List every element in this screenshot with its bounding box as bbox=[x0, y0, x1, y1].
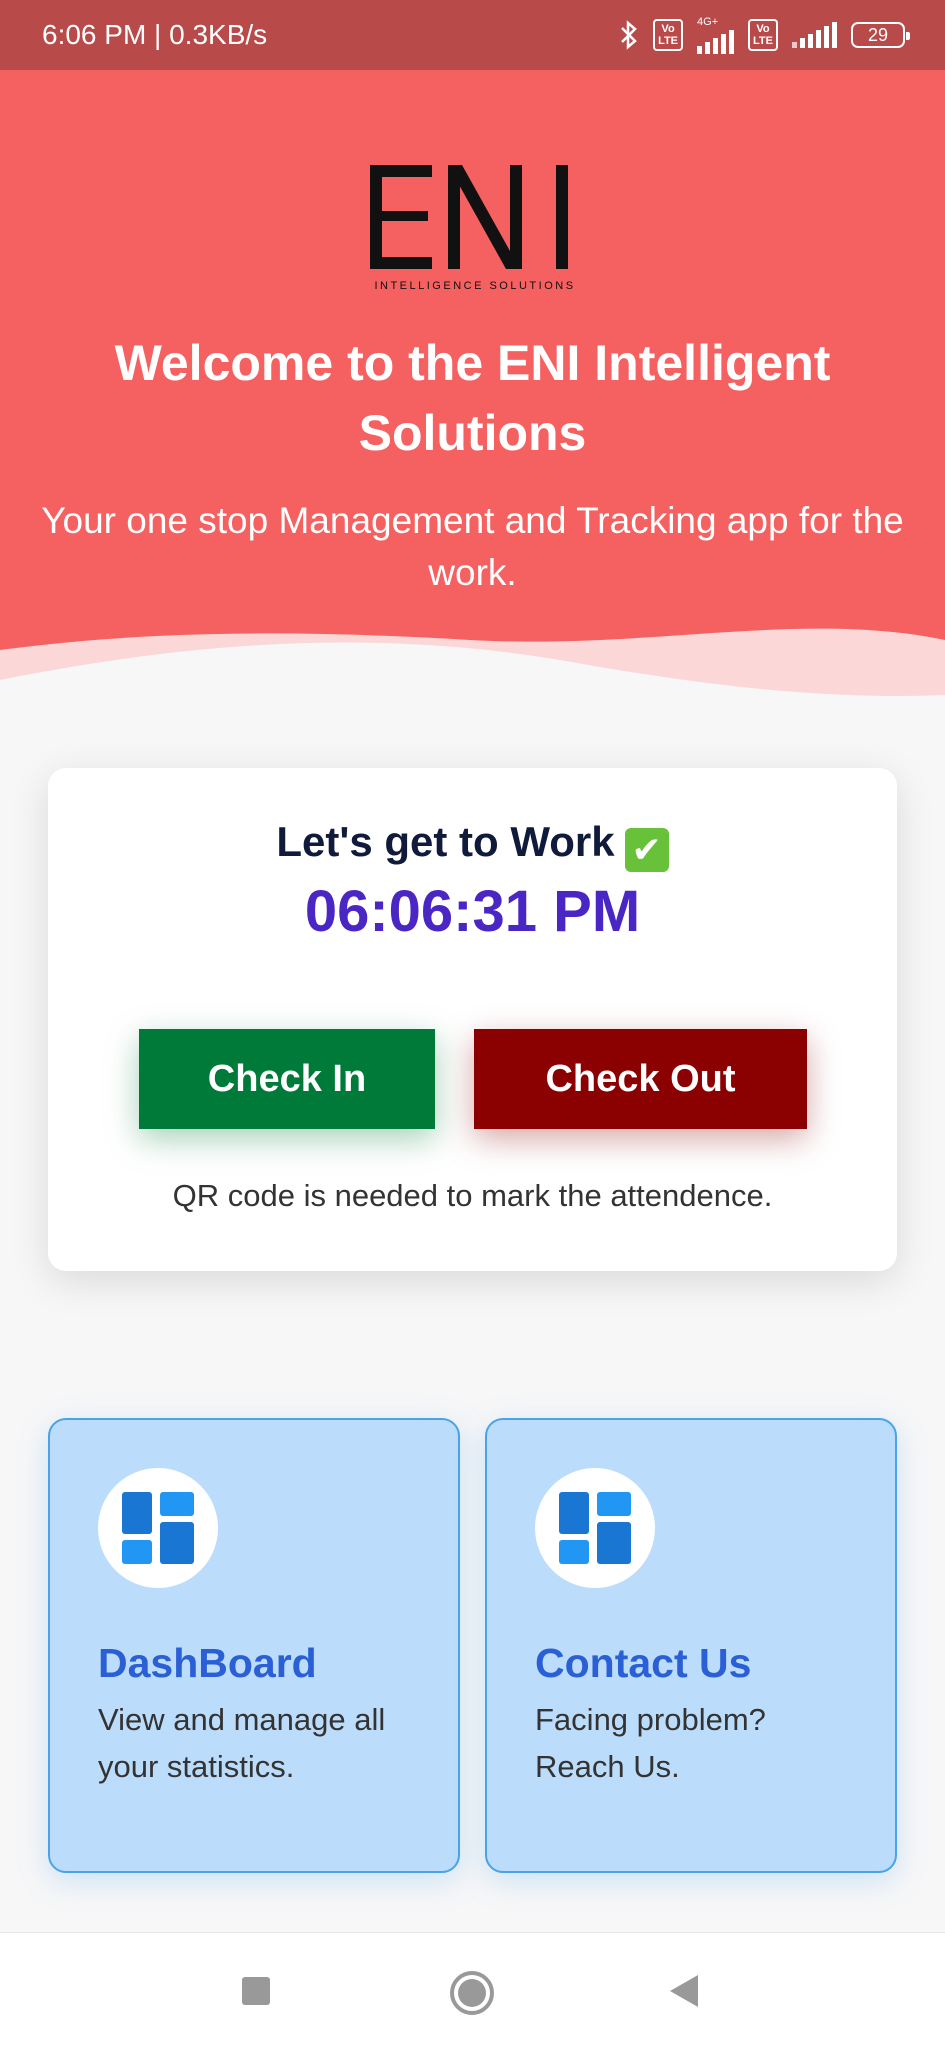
system-nav-bar bbox=[0, 1932, 945, 2048]
page-title: Welcome to the ENI Intelligent Solutions bbox=[114, 335, 831, 461]
dashboard-icon bbox=[122, 1492, 194, 1564]
work-title-text: Let's get to Work bbox=[276, 818, 615, 865]
check-in-button[interactable]: Check In bbox=[139, 1029, 435, 1129]
tile-icon-circle bbox=[98, 1468, 218, 1588]
network-type-label: 4G+ bbox=[697, 15, 719, 28]
status-bar: 6:06 PM | 0.3KB/s Vo LTE 4G+ Vo LTE 29 bbox=[0, 0, 945, 70]
work-title: Let's get to Work ✔ bbox=[48, 818, 897, 872]
attendance-card: Let's get to Work ✔ 06:06:31 PM Check In … bbox=[48, 768, 897, 1271]
eni-logo bbox=[370, 165, 568, 269]
contact-us-tile[interactable]: Contact Us Facing problem? Reach Us. bbox=[485, 1418, 897, 1873]
tile-description: Facing problem? Reach Us. bbox=[535, 1702, 766, 1784]
battery-icon: 29 bbox=[851, 22, 910, 48]
tile-description: View and manage all your statistics. bbox=[98, 1702, 386, 1784]
signal-icon bbox=[792, 22, 837, 48]
check-mark-icon: ✔ bbox=[624, 828, 669, 872]
bluetooth-icon bbox=[619, 20, 639, 50]
welcome-header: INTELLIGENCE SOLUTIONS Welcome to the EN… bbox=[0, 70, 945, 730]
volte-icon: Vo LTE bbox=[653, 19, 684, 51]
logo-subtitle: INTELLIGENCE SOLUTIONS bbox=[374, 280, 576, 292]
live-clock: 06:06:31 PM bbox=[304, 879, 641, 944]
status-icons: Vo LTE 4G+ Vo LTE 29 bbox=[619, 15, 910, 54]
home-icon[interactable] bbox=[450, 1971, 494, 2015]
back-icon[interactable] bbox=[670, 1975, 698, 2007]
header-wave bbox=[0, 628, 945, 730]
recent-apps-icon[interactable] bbox=[242, 1977, 270, 2005]
signal-icon: 4G+ bbox=[697, 15, 735, 54]
page-subtitle: Your one stop Management and Tracking ap… bbox=[41, 500, 904, 593]
volte-icon: Vo LTE bbox=[748, 19, 778, 51]
battery-level: 29 bbox=[867, 24, 889, 45]
status-time: 6:06 PM | 0.3KB/s bbox=[42, 19, 268, 50]
tile-icon-circle bbox=[535, 1468, 655, 1588]
dashboard-tile[interactable]: DashBoard View and manage all your stati… bbox=[48, 1418, 460, 1873]
tile-title: DashBoard bbox=[98, 1640, 317, 1686]
qr-note: QR code is needed to mark the attendence… bbox=[172, 1178, 773, 1213]
tile-title: Contact Us bbox=[535, 1640, 752, 1686]
dashboard-icon bbox=[559, 1492, 631, 1564]
check-out-button[interactable]: Check Out bbox=[474, 1029, 807, 1129]
